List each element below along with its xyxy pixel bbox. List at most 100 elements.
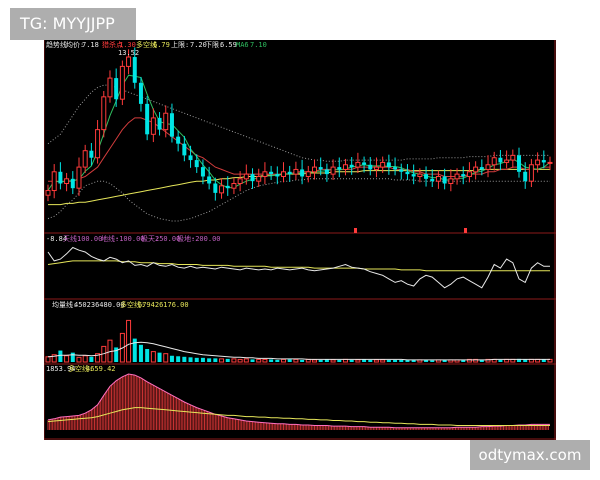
candle-body	[194, 160, 199, 168]
volume-bar	[380, 359, 386, 363]
candle-body	[101, 96, 107, 131]
candle-body	[182, 143, 187, 156]
candle-body	[393, 167, 398, 170]
candle-body	[107, 77, 113, 98]
p1-ma-label: MA6	[236, 41, 249, 49]
area-yellow-line	[47, 407, 550, 426]
volume-bar	[82, 355, 88, 363]
volume-bar	[213, 358, 218, 362]
candle-body	[479, 167, 484, 170]
volume-bar	[337, 359, 342, 362]
candle-body	[188, 155, 193, 161]
candle-body	[250, 174, 255, 182]
volume-bar	[287, 359, 292, 362]
volume-bar	[145, 349, 150, 362]
candle-body	[355, 161, 361, 168]
candle-body	[256, 175, 262, 182]
volume-bar	[200, 357, 205, 362]
volume-bar	[256, 358, 262, 363]
candle-body	[380, 161, 386, 168]
p3-ls-value: 679426176.00	[138, 301, 189, 309]
volume-bar	[250, 359, 255, 362]
candle-body	[95, 129, 101, 159]
candle-body	[200, 167, 205, 177]
candle-body	[163, 112, 169, 131]
volume-bar	[243, 358, 249, 363]
volume-bar	[330, 359, 336, 363]
watermark-bottom: odtymax.com	[470, 440, 590, 470]
candle-body	[150, 117, 156, 135]
candle-body	[281, 171, 287, 177]
volume-bar	[194, 357, 199, 362]
candle-body	[126, 56, 132, 67]
candle-body	[262, 171, 268, 177]
candle-body	[207, 176, 212, 184]
area-outline-line	[47, 373, 550, 429]
candle-body	[293, 168, 299, 175]
candle-body	[405, 171, 410, 175]
candle-body	[76, 166, 82, 189]
volume-bar	[293, 358, 299, 363]
candle-body	[473, 166, 479, 173]
volume-bar	[349, 359, 354, 362]
volume-bar	[300, 359, 305, 362]
volume-bar	[281, 358, 287, 363]
volume-bar	[311, 359, 317, 363]
volume-bar	[157, 352, 162, 362]
candle-body	[324, 169, 329, 175]
candle-body	[528, 164, 534, 182]
p3-value: 450236480.00	[74, 301, 125, 309]
candle-body	[411, 174, 416, 177]
candle-body	[157, 117, 162, 130]
candle-body	[517, 155, 522, 172]
candle-body	[547, 161, 553, 164]
volume-bar	[188, 357, 193, 362]
ma-yellow-line	[48, 168, 550, 206]
volume-bar	[355, 359, 361, 363]
candle-body	[243, 173, 249, 180]
candle-body	[435, 175, 441, 182]
separator-marker	[464, 228, 467, 233]
candle-body	[225, 185, 230, 189]
candle-body	[504, 159, 510, 163]
volume-bar	[231, 358, 237, 363]
candle-body	[275, 174, 280, 177]
volume-bar	[237, 358, 243, 363]
candle-body	[330, 166, 336, 175]
p1-avg-value: 7.18	[82, 41, 99, 49]
candle-body	[213, 183, 218, 193]
volume-bar	[399, 359, 404, 362]
volume-bar	[76, 356, 82, 363]
candle-body	[287, 171, 292, 175]
volume-bar	[368, 359, 373, 362]
p1-ls-value: 6.79	[153, 41, 170, 49]
candle-body	[399, 169, 404, 172]
candle-body	[318, 167, 323, 170]
volume-bar	[393, 359, 398, 362]
candle-body	[145, 103, 150, 135]
candle-body	[176, 136, 181, 144]
stock-chart[interactable]: 趋势线 均价: 7.18 猎杀点 1.30 多空线 6.79 上限: 7.20 …	[44, 40, 556, 440]
candle-body	[82, 150, 88, 168]
p1-ma-value: 7.10	[250, 41, 267, 49]
candle-body	[461, 174, 466, 177]
candle-body	[466, 171, 472, 177]
candle-body	[237, 178, 243, 185]
candle-body	[89, 150, 94, 158]
candle-body	[510, 154, 516, 161]
p1-peak-label: 13.52	[118, 49, 140, 57]
candle-body	[454, 173, 460, 180]
candle-body	[300, 169, 305, 177]
candle-body	[349, 164, 354, 168]
candle-body	[448, 178, 454, 185]
volume-bar	[64, 355, 70, 363]
volume-bar	[138, 344, 143, 362]
candle-body	[373, 166, 379, 170]
volume-bar	[225, 358, 230, 362]
candle-body	[305, 171, 311, 177]
candle-body	[219, 185, 225, 194]
candle-body	[535, 159, 541, 166]
p1-title: 趋势线	[46, 41, 67, 49]
volume-bar	[262, 358, 268, 363]
candle-body	[231, 183, 237, 189]
